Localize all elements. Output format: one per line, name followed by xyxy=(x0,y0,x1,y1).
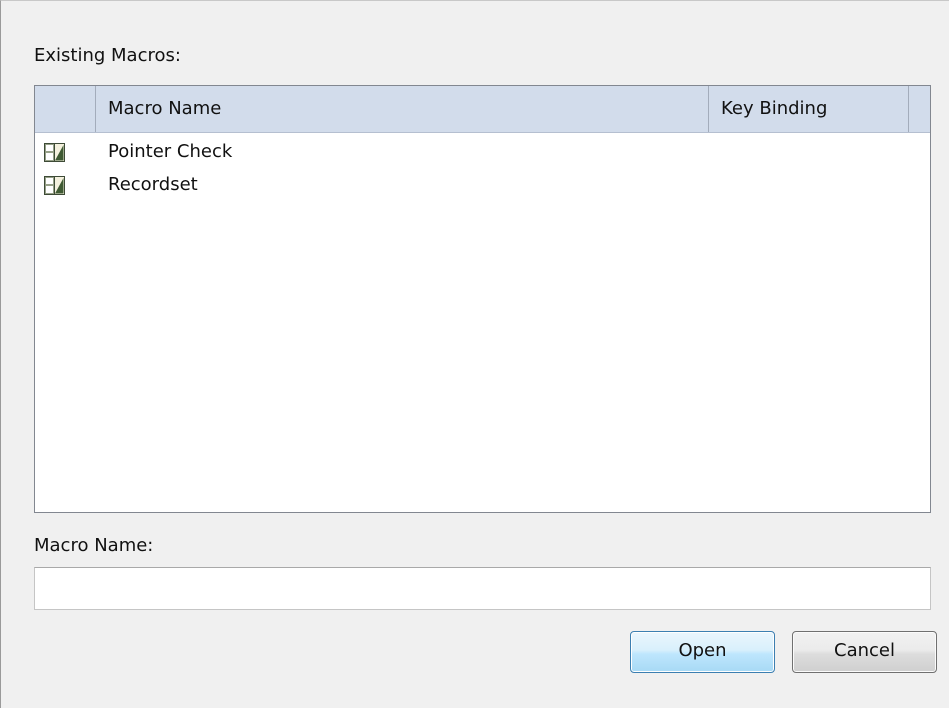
column-header-key-binding[interactable]: Key Binding xyxy=(709,86,909,132)
macro-icon xyxy=(44,176,65,195)
list-item[interactable]: Pointer Check xyxy=(35,138,930,171)
macro-name-label: Macro Name: xyxy=(34,535,154,556)
macros-dialog: Existing Macros: Macro Name Key Binding xyxy=(0,0,949,708)
list-item[interactable]: Recordset xyxy=(35,171,930,204)
cancel-button[interactable]: Cancel xyxy=(792,631,937,673)
list-header: Macro Name Key Binding xyxy=(35,86,930,133)
macros-list[interactable]: Macro Name Key Binding Pointer Check Rec… xyxy=(34,85,931,513)
column-header-macro-name[interactable]: Macro Name xyxy=(96,86,709,132)
macro-name-text: Recordset xyxy=(108,174,198,195)
column-header-filler xyxy=(909,86,930,132)
macro-name-text: Pointer Check xyxy=(108,141,233,162)
macro-name-input[interactable] xyxy=(34,567,931,610)
column-header-icon[interactable] xyxy=(35,86,96,132)
list-rows: Pointer Check Recordset xyxy=(35,138,930,204)
existing-macros-label: Existing Macros: xyxy=(34,45,181,66)
macro-icon xyxy=(44,143,65,162)
open-button[interactable]: Open xyxy=(630,631,775,673)
